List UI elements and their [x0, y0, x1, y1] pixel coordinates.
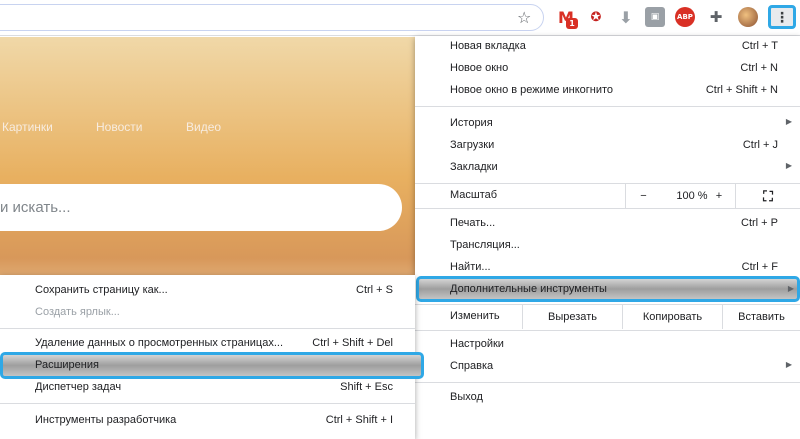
copy-button[interactable]: Копировать	[622, 305, 722, 329]
menu-separator	[0, 328, 415, 329]
menu-item-task-manager[interactable]: Диспетчер задач Shift + Esc	[0, 377, 415, 399]
menu-item-new-tab[interactable]: Новая вкладка Ctrl + T	[415, 36, 800, 58]
more-vert-icon[interactable]: ⋮	[768, 5, 796, 29]
chevron-right-icon: ▶	[785, 360, 792, 369]
zoom-in-button[interactable]: +	[703, 184, 735, 208]
nav-link-images[interactable]: Картинки	[2, 120, 53, 134]
menu-item-settings[interactable]: Настройки	[415, 334, 800, 356]
nav-link-news[interactable]: Новости	[96, 120, 142, 134]
search-input[interactable]: и искать...	[0, 184, 402, 231]
search-placeholder: и искать...	[0, 199, 71, 216]
cut-button[interactable]: Вырезать	[522, 305, 622, 329]
avatar[interactable]	[738, 7, 758, 27]
chevron-right-icon: ▶	[787, 284, 794, 293]
menu-item-incognito[interactable]: Новое окно в режиме инкогнито Ctrl + Shi…	[415, 80, 800, 102]
bookmark-star-icon[interactable]: ☆	[517, 8, 531, 28]
menu-item-print[interactable]: Печать... Ctrl + P	[415, 213, 800, 235]
menu-item-extensions[interactable]: Расширения	[0, 352, 424, 379]
menu-item-bookmarks[interactable]: Закладки ▶	[415, 157, 800, 179]
menu-item-more-tools[interactable]: Дополнительные инструменты ▶	[416, 276, 800, 302]
menu-separator	[415, 382, 800, 383]
gmail-unread-badge: 1	[566, 18, 578, 29]
menu-item-help[interactable]: Справка ▶	[415, 356, 800, 378]
nav-link-video[interactable]: Видео	[186, 120, 221, 134]
browser-toolbar: ☆ M1 ✪ ⬇ ▣ ABP ✚ ⋮	[0, 0, 800, 36]
zoom-control: Масштаб − 100 % + ⛶	[415, 184, 800, 208]
puzzle-icon[interactable]: ✚	[706, 7, 726, 27]
menu-separator	[415, 208, 800, 209]
chevron-right-icon: ▶	[785, 117, 792, 126]
menu-item-history[interactable]: История ▶	[415, 113, 800, 135]
gmail-icon[interactable]: M1	[556, 7, 578, 29]
menu-item-create-shortcut[interactable]: Создать ярлык...	[0, 302, 415, 324]
extension-icon[interactable]: ▣	[645, 7, 665, 27]
menu-separator	[415, 106, 800, 107]
adblock-plus-icon[interactable]: ABP	[675, 7, 695, 27]
menu-separator	[415, 330, 800, 331]
menu-item-cast[interactable]: Трансляция...	[415, 235, 800, 257]
menu-item-dev-tools[interactable]: Инструменты разработчика Ctrl + Shift + …	[0, 410, 415, 432]
menu-item-new-window[interactable]: Новое окно Ctrl + N	[415, 58, 800, 80]
menu-item-save-page[interactable]: Сохранить страницу как... Ctrl + S	[0, 280, 415, 302]
menu-separator	[0, 403, 415, 404]
download-icon[interactable]: ⬇	[616, 7, 636, 27]
chrome-main-menu: Новая вкладка Ctrl + T Новое окно Ctrl +…	[415, 36, 800, 439]
menu-item-downloads[interactable]: Загрузки Ctrl + J	[415, 135, 800, 157]
address-bar[interactable]	[0, 4, 544, 31]
edit-controls: Изменить Вырезать Копировать Вставить	[415, 305, 800, 329]
zoom-out-button[interactable]: −	[625, 184, 661, 208]
chevron-right-icon: ▶	[785, 161, 792, 170]
extension-icon[interactable]: ✪	[586, 7, 606, 27]
fullscreen-icon[interactable]: ⛶	[735, 184, 800, 208]
menu-item-exit[interactable]: Выход	[415, 387, 800, 409]
paste-button[interactable]: Вставить	[722, 305, 800, 329]
